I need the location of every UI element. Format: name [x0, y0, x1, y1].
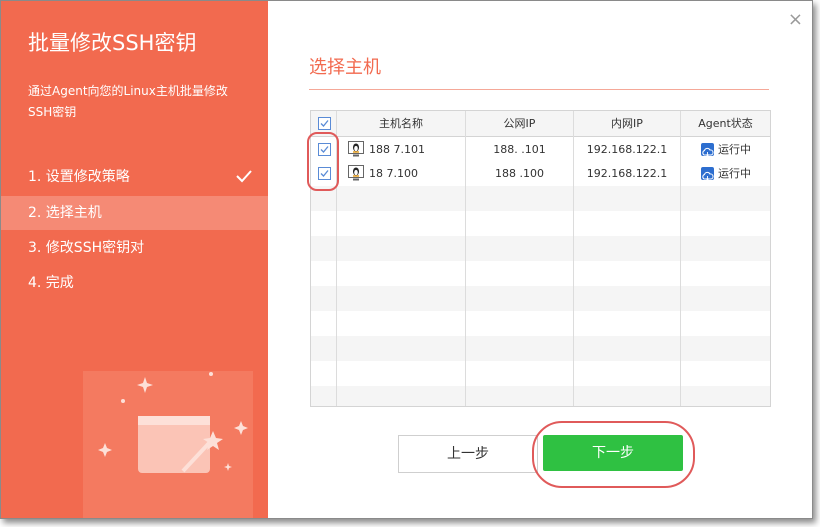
wizard-title: 批量修改SSH密钥: [28, 31, 197, 55]
close-icon[interactable]: ×: [788, 9, 803, 30]
wizard-sidebar: 批量修改SSH密钥 通过Agent向您的Linux主机批量修改SSH密钥 1. …: [1, 1, 268, 518]
checkbox-highlight: [307, 132, 339, 191]
column-header-host-name[interactable]: 主机名称: [337, 111, 465, 136]
agent-status-text: 运行中: [718, 167, 751, 180]
host-name: 188 7.101: [369, 143, 425, 156]
column-divider: [465, 111, 466, 406]
agent-cloud-icon: [701, 143, 714, 157]
linux-icon: [348, 165, 364, 181]
check-icon: [236, 170, 252, 183]
empty-row: [311, 286, 770, 311]
dialog-window: 批量修改SSH密钥 通过Agent向您的Linux主机批量修改SSH密钥 1. …: [0, 0, 813, 519]
private-ip: 192.168.122.1: [586, 143, 668, 156]
wizard-description: 通过Agent向您的Linux主机批量修改SSH密钥: [28, 84, 228, 119]
empty-row: [311, 386, 770, 406]
agent-status: 运行中: [681, 161, 770, 186]
empty-row: [311, 236, 770, 261]
prev-button[interactable]: 上一步: [398, 435, 538, 473]
step-label: 4. 完成: [28, 275, 74, 291]
agent-status: 运行中: [681, 137, 770, 162]
step-finish[interactable]: 4. 完成: [1, 266, 268, 300]
column-header-private-ip[interactable]: 内网IP: [574, 111, 680, 136]
column-divider: [573, 111, 574, 406]
column-header-agent-status[interactable]: Agent状态: [681, 111, 770, 136]
section-divider: [309, 89, 769, 90]
step-select-host[interactable]: 2. 选择主机: [1, 196, 268, 230]
step-label: 1. 设置修改策略: [28, 169, 130, 185]
step-modify-keypair[interactable]: 3. 修改SSH密钥对: [1, 231, 268, 265]
public-ip: 188. .101: [493, 143, 546, 156]
host-table: 主机名称 公网IP 内网IP Agent状态 188 7.101 188. .1…: [310, 110, 771, 407]
magic-folder-icon: [98, 372, 248, 473]
wizard-illustration: [83, 371, 253, 518]
step-label: 2. 选择主机: [28, 205, 102, 221]
private-ip: 192.168.122.1: [586, 167, 668, 180]
select-all-checkbox[interactable]: [318, 117, 331, 130]
agent-status-text: 运行中: [718, 143, 751, 156]
empty-row: [311, 336, 770, 361]
table-row[interactable]: 18 7.100 188 .100 192.168.122.1 运行中: [311, 161, 770, 186]
host-name: 18 7.100: [369, 167, 418, 180]
section-title: 选择主机: [309, 57, 381, 78]
step-set-policy[interactable]: 1. 设置修改策略: [1, 160, 268, 194]
linux-icon: [348, 141, 364, 157]
empty-row: [311, 186, 770, 211]
public-ip: 188 .100: [495, 167, 544, 180]
table-row[interactable]: 188 7.101 188. .101 192.168.122.1 运行中: [311, 137, 770, 162]
column-header-public-ip[interactable]: 公网IP: [466, 111, 573, 136]
agent-cloud-icon: [701, 167, 714, 181]
next-button-highlight: [532, 421, 695, 488]
table-header: 主机名称 公网IP 内网IP Agent状态: [311, 111, 770, 137]
column-divider: [680, 111, 681, 406]
check-icon: [320, 120, 329, 127]
step-label: 3. 修改SSH密钥对: [28, 240, 145, 256]
